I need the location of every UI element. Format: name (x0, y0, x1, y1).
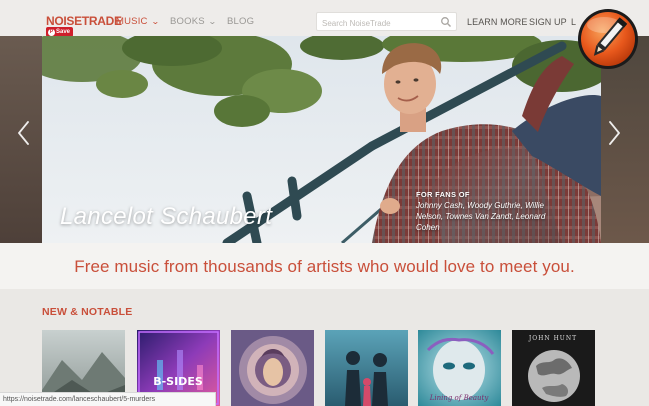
hero-artist-name[interactable]: Lancelot Schaubert (60, 203, 272, 231)
noisetrade-page: NOISETRADE P Save MUSIC⌄ BOOKS⌄ BLOG LEA… (0, 0, 649, 406)
tagline: Free music from thousands of artists who… (74, 257, 575, 276)
pinterest-icon: P (48, 28, 55, 36)
for-fans-of-title: FOR FANS OF (416, 190, 470, 199)
browser-status-url: https://noisetrade.com/lanceschaubert/5-… (0, 392, 216, 406)
search-input[interactable] (317, 15, 435, 32)
search-box (316, 12, 457, 32)
learn-more-link[interactable]: LEARN MORE (467, 17, 528, 27)
for-fans-of-list: Johnny Cash, Woody Guthrie, Willie Nelso… (416, 201, 546, 232)
hero-carousel: Lancelot Schaubert FOR FANS OF Johnny Ca… (0, 36, 649, 243)
for-fans-of-block: FOR FANS OF Johnny Cash, Woody Guthrie, … (416, 190, 566, 233)
sign-up-link[interactable]: SIGN UP (529, 17, 567, 27)
album-cover[interactable]: Lining of Beauty (418, 330, 501, 406)
album-cover-text: B-SIDES (153, 375, 203, 388)
carousel-next-arrow-icon[interactable] (605, 118, 623, 148)
nav-books-menu[interactable]: BOOKS ⌄ (170, 16, 216, 27)
nav-books-label: BOOKS (170, 16, 205, 27)
album-cover[interactable] (325, 330, 408, 406)
new-and-notable-heading: NEW & NOTABLE (42, 306, 133, 318)
top-navigation-bar: NOISETRADE P Save MUSIC⌄ BOOKS⌄ BLOG LEA… (0, 0, 649, 40)
album-cover-text: Lining of Beauty (429, 394, 490, 402)
album-cover[interactable]: JOHN HUNT (512, 330, 595, 406)
nav-music-menu[interactable]: MUSIC ⌄ (116, 16, 159, 27)
nav-music-label: MUSIC (116, 16, 148, 27)
carousel-previous-arrow-icon[interactable] (15, 118, 33, 148)
save-label: Save (56, 29, 71, 35)
search-icon[interactable] (440, 16, 452, 28)
pencil-icon[interactable] (574, 6, 642, 72)
nav-blog-link[interactable]: BLOG (227, 16, 254, 27)
album-cover-text: JOHN HUNT (528, 335, 577, 342)
chevron-down-icon: ⌄ (150, 17, 160, 26)
noisetrade-logo[interactable]: NOISETRADE (46, 14, 122, 28)
chevron-down-icon: ⌄ (207, 17, 217, 26)
album-cover[interactable] (231, 330, 314, 406)
